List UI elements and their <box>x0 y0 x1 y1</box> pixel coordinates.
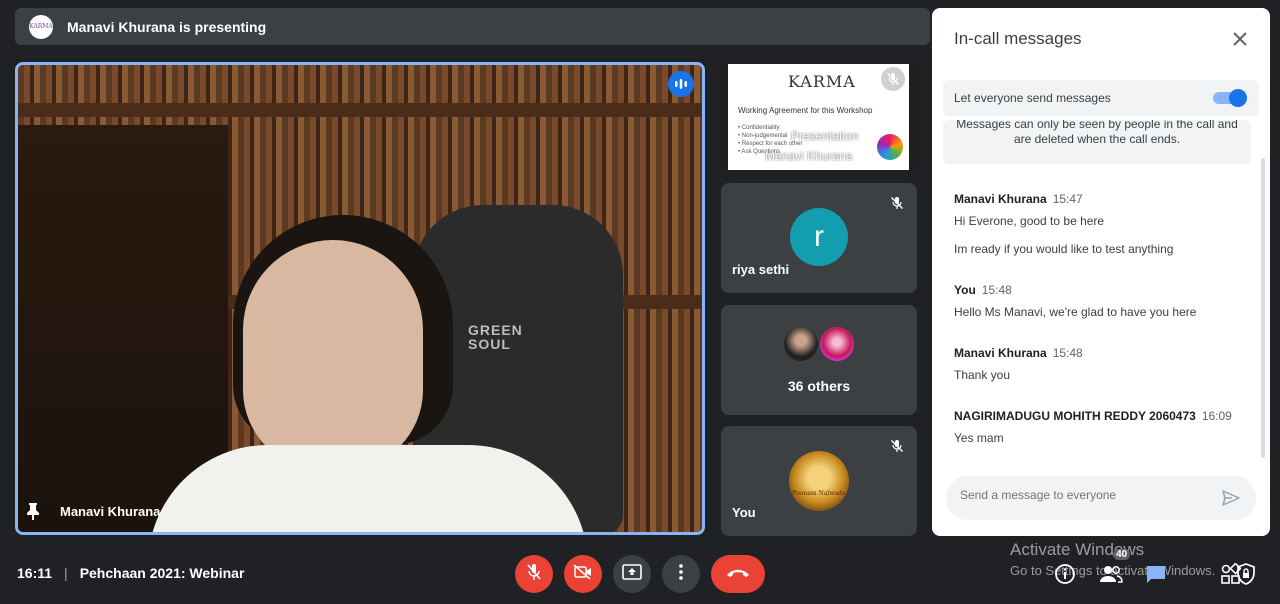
setting-label: Let everyone send messages <box>954 91 1111 105</box>
participant-name: You <box>732 505 756 520</box>
in-call-messages-panel: In-call messages Let everyone send messa… <box>932 8 1270 536</box>
message-sender: NAGIRIMADUGU MOHITH REDDY 2060473 <box>954 409 1196 423</box>
message-text: Hello Ms Manavi, we're glad to have you … <box>954 305 1197 319</box>
message-group: NAGIRIMADUGU MOHITH REDDY 2060473 16:09 Y… <box>954 407 1244 445</box>
people-icon[interactable] <box>1097 560 1125 588</box>
more-options-button[interactable] <box>662 555 700 593</box>
participant-tile-you[interactable]: Poonam Nalwade You <box>721 426 917 536</box>
leave-call-button[interactable] <box>711 555 765 593</box>
others-count: 36 others <box>787 378 851 394</box>
participant-count-badge: 40 <box>1113 549 1131 560</box>
message-group: You 15:48 Hello Ms Manavi, we're glad to … <box>954 281 1244 319</box>
message-text: Hi Everone, good to be here <box>954 214 1105 228</box>
close-icon[interactable] <box>1228 27 1252 51</box>
camera-toggle-button[interactable] <box>564 555 602 593</box>
chair-brand: GREEN SOUL <box>468 322 523 352</box>
chat-scrollbar[interactable] <box>1261 158 1265 458</box>
message-compose <box>946 476 1256 520</box>
message-text: Im ready if you would like to test anyth… <box>954 242 1174 256</box>
participant-name: riya sethi <box>732 262 790 277</box>
info-icon[interactable] <box>1051 560 1079 588</box>
message-sender: Manavi Khurana <box>954 346 1047 360</box>
messages-notice: Messages can only be seen by people in t… <box>943 120 1251 164</box>
lock-icon[interactable] <box>1232 560 1260 588</box>
message-time: 15:48 <box>981 283 1012 297</box>
message-text: Yes mam <box>954 431 1004 445</box>
presentation-tile[interactable]: KARMA Working Agreement for this Worksho… <box>721 61 917 173</box>
shelf-band <box>18 103 702 117</box>
main-speaker-name: Manavi Khurana <box>26 502 160 520</box>
presenting-banner: KARMA Manavi Khurana is presenting <box>15 8 930 45</box>
chat-icon[interactable] <box>1142 560 1170 588</box>
message-group: Manavi Khurana 15:47 Hi Everone, good to … <box>954 190 1244 256</box>
speaking-icon <box>668 71 694 97</box>
clock: 16:11 <box>17 565 53 581</box>
mic-off-icon <box>885 434 909 458</box>
slide-brand: KARMA <box>788 72 856 91</box>
avatar: Poonam Nalwade <box>789 451 849 511</box>
message-time: 16:09 <box>1201 409 1232 423</box>
panel-title: In-call messages <box>954 29 1082 48</box>
avatar <box>818 325 856 363</box>
message-time: 15:48 <box>1052 346 1083 360</box>
speaker-body <box>148 445 588 532</box>
pin-icon[interactable] <box>26 502 40 520</box>
camera-off-icon <box>573 563 593 585</box>
speaker-face <box>243 240 423 470</box>
slide-heading: Working Agreement for this Workshop <box>738 106 873 115</box>
others-tile[interactable]: 36 others <box>721 305 917 415</box>
meeting-name: Pehchaan 2021: Webinar <box>79 565 245 581</box>
avatar <box>782 325 820 363</box>
more-icon <box>679 563 683 585</box>
message-text: Thank you <box>954 368 1011 382</box>
send-messages-setting: Let everyone send messages <box>943 80 1259 116</box>
present-icon <box>622 563 642 585</box>
meeting-details: 16:11 | Pehchaan 2021: Webinar <box>17 565 244 581</box>
mic-off-icon <box>526 563 542 586</box>
mic-off-icon <box>881 67 905 91</box>
message-time: 15:47 <box>1052 192 1083 206</box>
flower-logo <box>877 134 903 160</box>
present-now-button[interactable] <box>613 555 651 593</box>
message-input[interactable] <box>960 488 1200 502</box>
presenting-text: Manavi Khurana is presenting <box>67 18 267 35</box>
mic-off-icon <box>885 191 909 215</box>
message-group: Manavi Khurana 15:48 Thank you <box>954 344 1244 382</box>
participant-tile-riya[interactable]: r riya sethi <box>721 183 917 293</box>
separator: | <box>64 565 68 581</box>
main-speaker-tile[interactable]: GREEN SOUL Manavi Khurana <box>15 62 705 535</box>
send-icon[interactable] <box>1220 487 1242 509</box>
message-sender: Manavi Khurana <box>954 192 1047 206</box>
send-messages-toggle[interactable] <box>1213 89 1247 107</box>
avatar: r <box>790 208 848 266</box>
presentation-overlay-label: Presentation Manavi Khurana <box>765 129 859 163</box>
message-sender: You <box>954 283 976 297</box>
end-call-icon <box>726 565 750 583</box>
presenter-logo: KARMA <box>29 14 53 39</box>
mic-toggle-button[interactable] <box>515 555 553 593</box>
